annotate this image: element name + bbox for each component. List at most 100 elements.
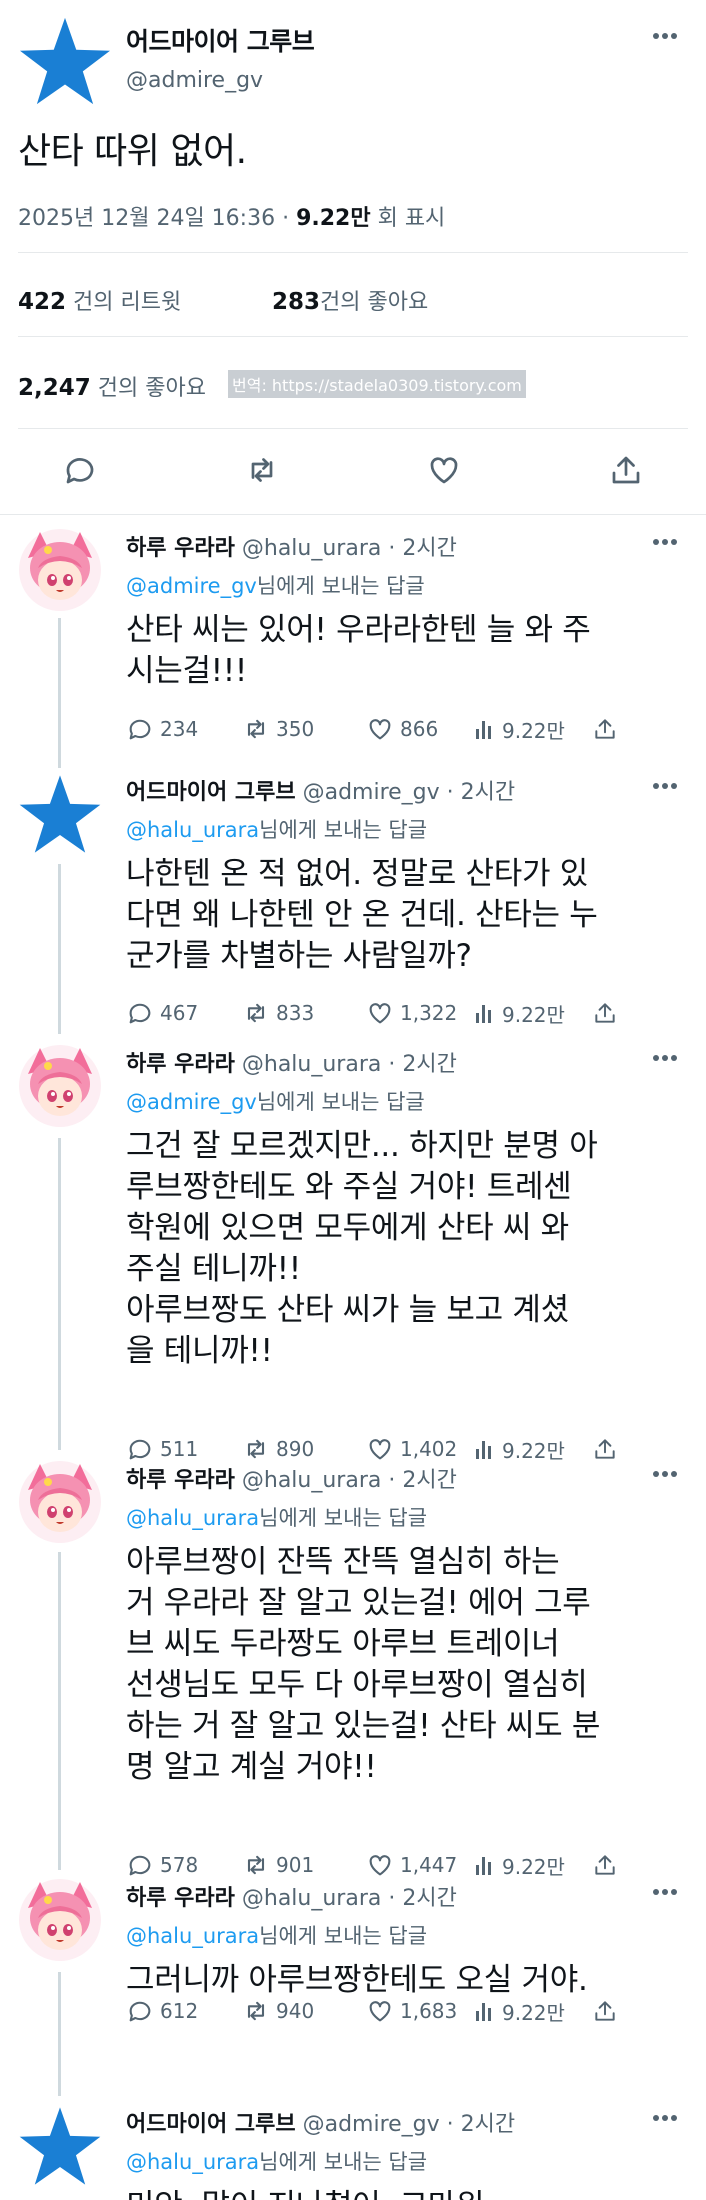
like-button[interactable]: 1,402 [366,1434,457,1464]
reply-display-name[interactable]: 어드마이어 그루브 [126,2112,296,2137]
share-button[interactable] [592,998,624,1028]
reply-header: 어드마이어 그루브 @admire_gv · 2시간 [126,774,515,806]
reply-to-handle[interactable]: @admire_gv [126,574,257,598]
divider [18,428,688,429]
urara-avatar-icon[interactable] [18,1044,102,1128]
tweet-meta: 2025년 12월 24일 16:36 · 9.22만 회 표시 [18,200,445,232]
like-icon [366,1435,400,1463]
share-button[interactable] [592,1996,624,2026]
more-icon[interactable] [652,2114,678,2122]
reply-to-handle[interactable]: @halu_urara [126,1506,259,1530]
reply-time: · 2시간 [381,1468,457,1493]
reply-actions: 467 833 1,322 9.22만 [126,998,686,1028]
like-count: 1,447 [400,1853,458,1877]
comment-button[interactable]: 612 [126,1996,198,2026]
views-button[interactable]: 9.22만 [474,1850,565,1880]
like-button[interactable]: 866 [366,714,438,744]
views-count: 9.22만 [502,2000,565,2025]
star-avatar-icon[interactable] [18,16,112,106]
divider [18,336,688,337]
reply-handle[interactable]: @halu_urara [242,1886,381,1911]
more-icon[interactable] [652,538,678,546]
reply-display-name[interactable]: 하루 우라라 [126,1886,235,1911]
translation-watermark: 번역: https://stadela0309.tistory.com [228,370,526,398]
reply-to-handle[interactable]: @halu_urara [126,1924,259,1948]
reply-display-name[interactable]: 하루 우라라 [126,1052,235,1077]
reply-to-label: 님에게 보내는 답글 [256,1090,425,1114]
like-count: 1,322 [400,1001,458,1025]
comment-button[interactable]: 467 [126,998,198,1028]
share-button[interactable] [592,1434,624,1464]
author-display-name[interactable]: 어드마이어 그루브 [126,22,315,58]
like-icon[interactable] [426,452,462,488]
thread-line [58,864,61,1034]
retweet-stat[interactable]: 422 건의 리트윗 [18,284,181,316]
retweet-count: 940 [276,1999,315,2023]
reply-display-name[interactable]: 하루 우라라 [126,536,235,561]
views-icon [474,1001,502,1025]
urara-avatar-icon[interactable] [18,1878,102,1962]
retweet-count: 833 [276,1001,315,1025]
reply-display-name[interactable]: 어드마이어 그루브 [126,780,296,805]
retweet-icon[interactable] [244,452,280,488]
like-button[interactable]: 1,322 [366,998,457,1028]
tweet-views-label: 회 표시 [370,206,446,231]
like-icon [366,715,400,743]
reply-actions: 234 350 866 9.22만 [126,714,686,744]
views-button[interactable]: 9.22만 [474,998,565,1028]
share-icon[interactable] [608,452,644,488]
author-handle[interactable]: @admire_gv [126,68,263,93]
urara-avatar-icon[interactable] [18,1460,102,1544]
like-count: 1,683 [400,1999,458,2023]
quote-count: 283 [272,289,321,315]
views-icon [474,717,502,741]
reply-handle[interactable]: @halu_urara [242,536,381,561]
share-button[interactable] [592,714,624,744]
like-button[interactable]: 1,447 [366,1850,457,1880]
reply-time: · 2시간 [381,1052,457,1077]
more-icon[interactable] [652,1888,678,1896]
reply-handle[interactable]: @halu_urara [242,1468,381,1493]
retweet-button[interactable]: 350 [242,714,314,744]
reply-time: · 2시간 [439,780,516,805]
comment-button[interactable]: 234 [126,714,198,744]
more-icon[interactable] [652,1054,678,1062]
reply-to-handle[interactable]: @halu_urara [126,2150,259,2174]
views-button[interactable]: 9.22만 [474,714,565,744]
star-avatar-icon[interactable] [18,772,102,856]
like-count: 866 [400,717,439,741]
more-icon[interactable] [652,32,678,40]
urara-avatar-icon[interactable] [18,528,102,612]
retweet-button[interactable]: 901 [242,1850,314,1880]
reply-time: · 2시간 [381,1886,457,1911]
quote-stat[interactable]: 283건의 좋아요 [272,284,428,316]
retweet-button[interactable]: 940 [242,1996,314,2026]
reply-to-handle[interactable]: @admire_gv [126,1090,257,1114]
reply-handle[interactable]: @admire_gv [303,780,440,805]
comment-icon[interactable] [62,452,98,488]
like-stat[interactable]: 2,247 건의 좋아요 [18,370,206,402]
views-button[interactable]: 9.22만 [474,1434,565,1464]
reply-display-name[interactable]: 하루 우라라 [126,1468,235,1493]
reply-text: 산타 씨는 있어! 우라라한텐 늘 와 주 시는걸!!! [126,612,591,689]
reply-time: · 2시간 [381,536,457,561]
retweet-label: 건의 리트윗 [66,290,182,315]
more-icon[interactable] [652,1470,678,1478]
retweet-button[interactable]: 890 [242,1434,314,1464]
share-button[interactable] [592,1850,624,1880]
tweet-views[interactable]: 9.22만 [296,206,371,231]
share-icon [592,1852,624,1878]
retweet-button[interactable]: 833 [242,998,314,1028]
reply-handle[interactable]: @admire_gv [303,2112,440,2137]
comment-button[interactable]: 511 [126,1434,198,1464]
comment-button[interactable]: 578 [126,1850,198,1880]
like-icon [366,999,400,1027]
more-icon[interactable] [652,782,678,790]
reply-to-label: 님에게 보내는 답글 [259,1924,428,1948]
reply-time: · 2시간 [439,2112,516,2137]
views-button[interactable]: 9.22만 [474,1996,565,2026]
reply-handle[interactable]: @halu_urara [242,1052,381,1077]
like-button[interactable]: 1,683 [366,1996,457,2026]
star-avatar-icon[interactable] [18,2104,102,2188]
reply-to-handle[interactable]: @halu_urara [126,818,259,842]
